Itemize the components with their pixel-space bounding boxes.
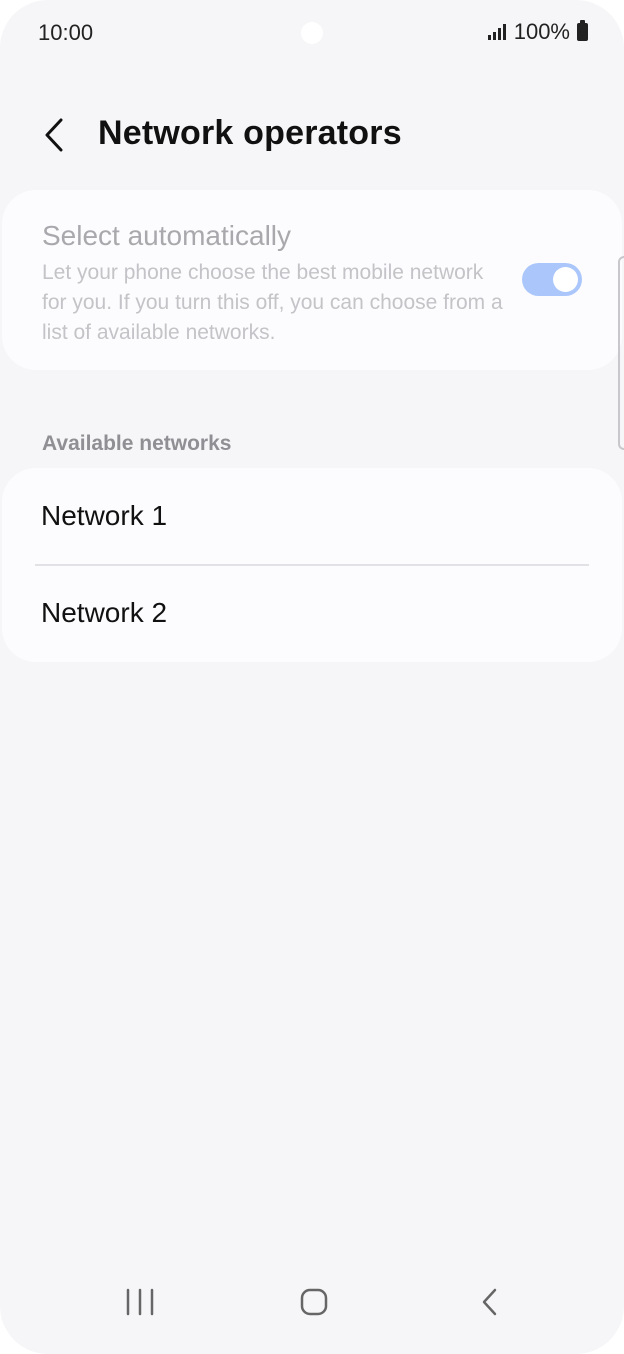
select-automatically-title: Select automatically	[42, 220, 292, 251]
available-networks-label: Available networks	[42, 432, 232, 455]
network-item[interactable]: Network 1	[2, 468, 622, 565]
battery-icon	[577, 20, 588, 41]
chevron-left-icon	[45, 118, 63, 152]
home-button[interactable]	[279, 1274, 349, 1330]
recent-apps-button[interactable]	[105, 1274, 175, 1330]
back-icon	[482, 1288, 497, 1316]
network-item-label: Network 2	[41, 597, 168, 628]
camera-cutout	[301, 22, 323, 44]
select-automatically-toggle[interactable]	[522, 263, 582, 296]
select-automatically-description: Let your phone choose the best mobile ne…	[42, 261, 503, 344]
network-item-label: Network 1	[41, 500, 168, 531]
status-time: 10:00	[38, 20, 94, 45]
page-title: Network operators	[98, 114, 402, 152]
recent-apps-icon	[126, 1288, 154, 1316]
battery-percentage: 100%	[513, 19, 570, 44]
select-automatically-card[interactable]: Select automatically Let your phone choo…	[2, 190, 622, 370]
home-icon	[300, 1288, 328, 1316]
network-item[interactable]: Network 2	[2, 565, 622, 662]
header: Network operators	[0, 100, 624, 170]
system-back-button[interactable]	[455, 1274, 525, 1330]
scrollbar[interactable]	[618, 256, 624, 450]
status-indicators: 100%	[487, 19, 588, 45]
signal-icon	[487, 24, 506, 40]
available-networks-list: Network 1 Network 2	[2, 468, 622, 662]
toggle-knob	[553, 267, 578, 292]
navigation-bar	[0, 1264, 624, 1354]
status-bar: 10:00 100%	[0, 0, 624, 64]
phone-screen: 10:00 100% Network operators Select auto…	[0, 0, 624, 1354]
back-button[interactable]	[30, 108, 78, 162]
